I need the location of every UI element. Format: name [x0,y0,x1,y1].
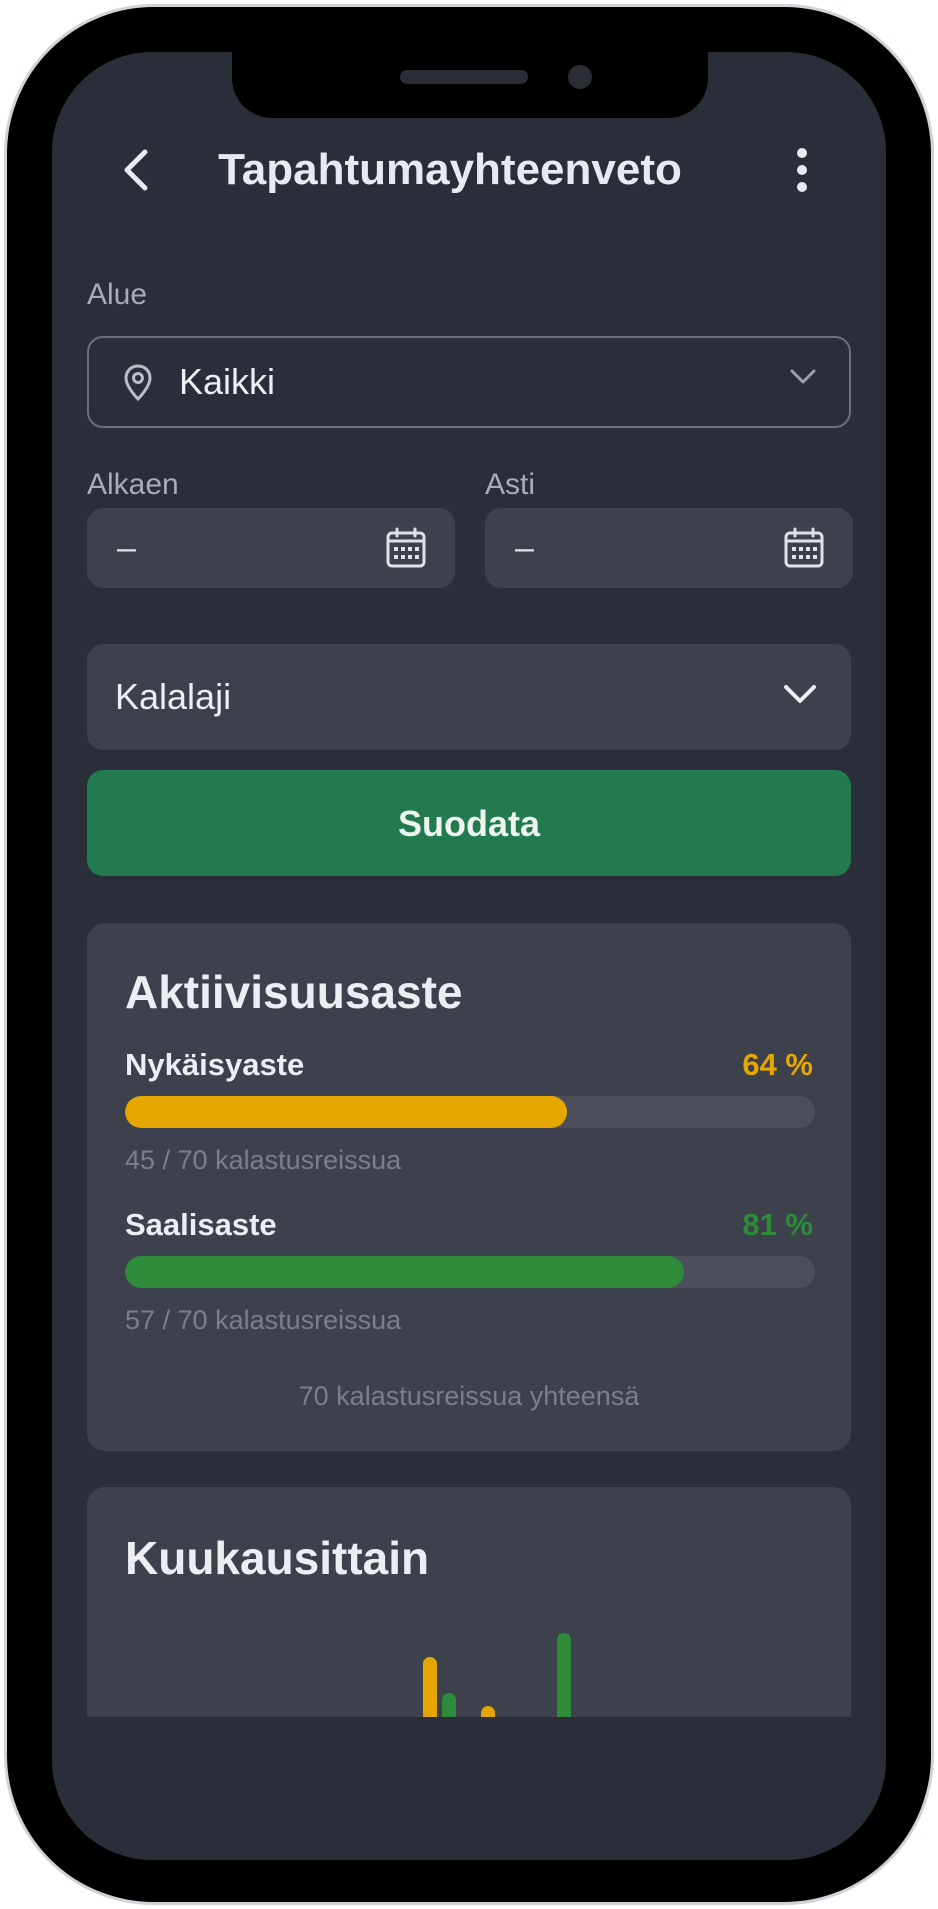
bite-rate-progress-track [125,1096,815,1128]
page-title: Tapahtumayhteenveto [218,145,682,194]
monthly-bar [481,1706,495,1717]
from-date-value: – [117,529,136,567]
monthly-card: Kuukausittain [87,1487,851,1717]
device-notch [232,52,708,118]
to-date-value: – [515,529,534,567]
catch-rate-progress-track [125,1256,815,1288]
bite-rate-progress-fill [125,1096,567,1128]
filter-button[interactable]: Suodata [87,770,851,876]
total-trips-text: 70 kalastusreissua yhteensä [298,1381,640,1411]
more-vertical-icon [797,148,807,192]
activity-card-title: Aktiivisuusaste [125,966,463,1018]
bite-rate-detail: 45 / 70 kalastusreissua [125,1145,402,1175]
monthly-bar [442,1693,456,1717]
catch-rate-detail: 57 / 70 kalastusreissua [125,1305,402,1335]
chevron-down-icon [790,369,816,384]
catch-rate-label: Saalisaste [125,1207,277,1242]
species-select-value: Kalalaji [115,676,232,717]
speaker-icon [400,70,528,84]
back-button[interactable] [110,140,162,200]
camera-icon [568,65,592,89]
species-select[interactable]: Kalalaji [87,644,851,750]
from-date-field[interactable]: – [87,508,455,588]
calendar-icon[interactable] [783,527,825,569]
calendar-icon[interactable] [385,527,427,569]
more-options-button[interactable] [780,140,824,200]
monthly-bar [557,1633,571,1717]
bite-rate-percent: 64 % [742,1047,813,1082]
chevron-down-icon [784,685,816,703]
catch-rate-progress-fill [125,1256,684,1288]
area-select[interactable]: Kaikki [87,336,851,428]
area-select-value: Kaikki [179,361,276,402]
chevron-left-icon [124,149,148,191]
bite-rate-label: Nykäisyaste [125,1047,305,1082]
monthly-card-title: Kuukausittain [125,1532,430,1584]
monthly-bar [423,1657,437,1717]
area-label: Alue [87,278,148,311]
to-date-label: Asti [485,468,536,501]
catch-rate-percent: 81 % [742,1207,813,1242]
to-date-field[interactable]: – [485,508,853,588]
from-date-label: Alkaen [87,468,179,501]
activity-card: Aktiivisuusaste Nykäisyaste 64 % 45 / 70… [87,923,851,1451]
location-pin-icon [124,364,152,402]
